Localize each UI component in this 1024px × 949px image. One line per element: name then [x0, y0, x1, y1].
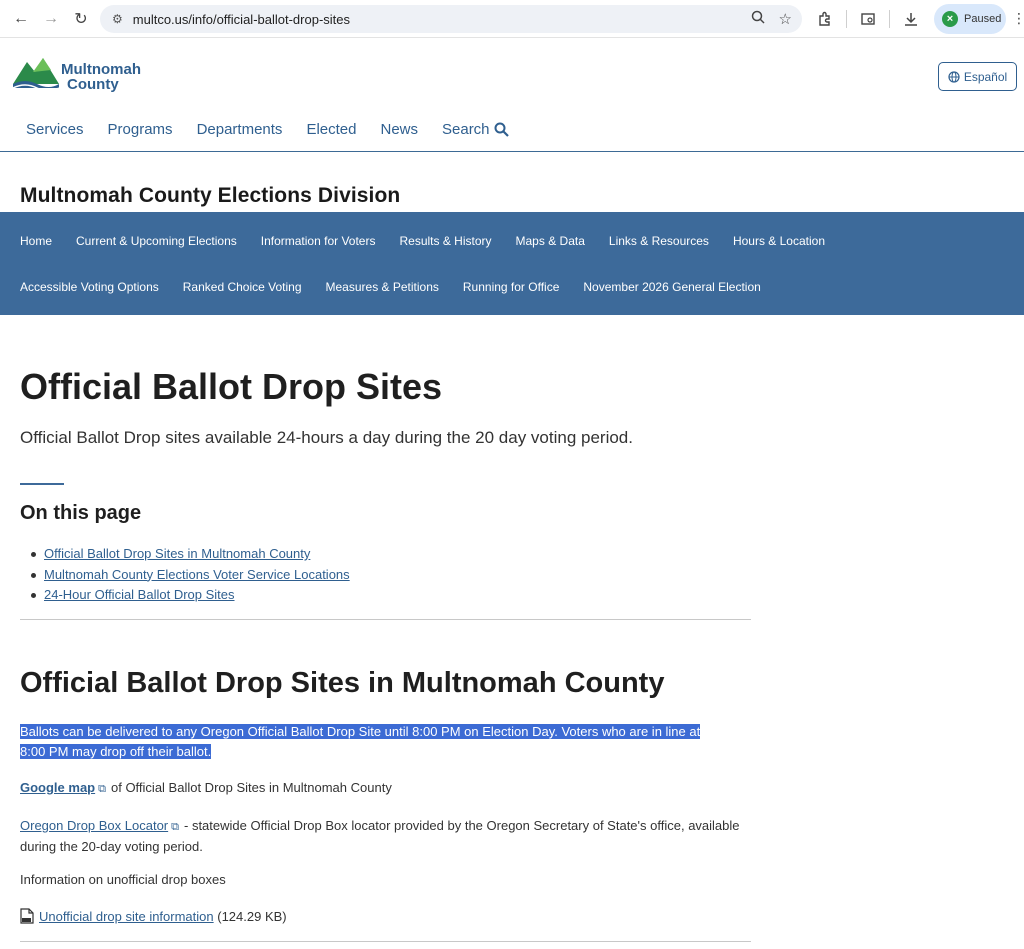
unofficial-info-text: Information on unofficial drop boxes [20, 872, 226, 887]
page-subtitle: Official Ballot Drop sites available 24-… [20, 428, 633, 447]
zoom-icon[interactable] [751, 10, 765, 29]
address-bar[interactable]: ⚙ multco.us/info/official-ballot-drop-si… [100, 5, 802, 33]
list-item: Official Ballot Drop Sites in Multnomah … [31, 544, 350, 565]
on-this-page-heading: On this page [20, 502, 142, 524]
division-nav-hours[interactable]: Hours & Location [733, 234, 825, 248]
search-icon [494, 122, 509, 137]
section-divider [20, 941, 751, 942]
list-item: 24-Hour Official Ballot Drop Sites [31, 585, 350, 606]
division-nav-links[interactable]: Links & Resources [609, 234, 709, 248]
reading-mode-icon[interactable] [855, 6, 881, 32]
section-heading: Official Ballot Drop Sites in Multnomah … [20, 667, 665, 699]
paused-label: Paused [964, 13, 1002, 25]
selected-paragraph: Ballots can be delivered to any Oregon O… [20, 722, 740, 762]
nav-programs[interactable]: Programs [108, 121, 173, 138]
browser-menu-icon[interactable]: ⋮ [1012, 10, 1024, 27]
pdf-paragraph: Unofficial drop site information (124.29… [20, 908, 287, 924]
browser-toolbar: ← → ↻ ⚙ multco.us/info/official-ballot-d… [0, 0, 1024, 38]
nav-elected[interactable]: Elected [306, 121, 356, 138]
otp-link-24-hour[interactable]: 24-Hour Official Ballot Drop Sites [44, 587, 235, 602]
division-nav-voter-info[interactable]: Information for Voters [261, 234, 376, 248]
download-icon[interactable] [898, 6, 924, 32]
logo-line2: County [67, 76, 119, 93]
division-nav-accessible[interactable]: Accessible Voting Options [20, 280, 159, 294]
back-arrow-icon[interactable]: ← [8, 6, 34, 32]
paused-status-icon: × [942, 11, 958, 27]
language-label: Español [963, 69, 1008, 84]
forward-arrow-icon[interactable]: → [38, 6, 64, 32]
logo-line1: Multnomah [61, 61, 141, 78]
toolbar-divider [889, 10, 890, 28]
nav-services[interactable]: Services [26, 121, 84, 138]
division-nav-results[interactable]: Results & History [399, 234, 491, 248]
profile-paused-button[interactable]: × Paused [934, 4, 1006, 34]
on-this-page-list: Official Ballot Drop Sites in Multnomah … [31, 544, 350, 606]
division-nav-current-elections[interactable]: Current & Upcoming Elections [76, 234, 237, 248]
list-item: Multnomah County Elections Voter Service… [31, 565, 350, 586]
nav-search[interactable]: Search [442, 121, 509, 138]
page-title: Official Ballot Drop Sites [20, 366, 443, 407]
division-title: Multnomah County Elections Division [20, 184, 401, 207]
google-map-paragraph: Google map ⧉ of Official Ballot Drop Sites… [20, 780, 392, 796]
toolbar-divider [846, 10, 847, 28]
oregon-locator-link[interactable]: Oregon Drop Box Locator [20, 818, 168, 833]
highlight-line2: 8:00 PM may drop off their ballot. [20, 744, 212, 759]
main-nav: Services Programs Departments Elected Ne… [26, 121, 533, 138]
google-map-text: of Official Ballot Drop Sites in Multnom… [110, 780, 392, 795]
language-button[interactable]: Español [938, 62, 1017, 91]
section-divider [20, 619, 751, 620]
site-header: Multnomah County Español Services Progra… [0, 39, 1024, 152]
nav-news[interactable]: News [380, 121, 418, 138]
url-text[interactable]: multco.us/info/official-ballot-drop-site… [133, 12, 350, 27]
otp-link-drop-sites[interactable]: Official Ballot Drop Sites in Multnomah … [44, 546, 310, 561]
division-nav-row1: Home Current & Upcoming Elections Inform… [20, 234, 849, 248]
external-link-icon: ⧉ [98, 783, 106, 795]
google-map-link[interactable]: Google map [20, 780, 95, 795]
accent-rule [20, 483, 64, 485]
division-nav-home[interactable]: Home [20, 234, 52, 248]
external-link-icon: ⧉ [171, 821, 179, 833]
highlight-line1: Ballots can be delivered to any Oregon O… [20, 724, 701, 739]
division-nav-measures[interactable]: Measures & Petitions [326, 280, 439, 294]
pdf-file-icon [20, 908, 34, 924]
division-nav-running[interactable]: Running for Office [463, 280, 560, 294]
mountain-logo-icon [13, 58, 59, 90]
division-nav: Home Current & Upcoming Elections Inform… [0, 212, 1024, 315]
pdf-link[interactable]: Unofficial drop site information [39, 909, 214, 924]
reload-icon[interactable]: ↻ [68, 6, 94, 32]
extensions-icon[interactable] [812, 6, 838, 32]
division-nav-ranked-choice[interactable]: Ranked Choice Voting [183, 280, 302, 294]
pdf-size: (124.29 KB) [217, 908, 287, 924]
division-nav-row2: Accessible Voting Options Ranked Choice … [20, 280, 785, 294]
globe-icon [948, 70, 960, 83]
site-info-icon[interactable]: ⚙ [112, 12, 123, 26]
oregon-locator-paragraph: Oregon Drop Box Locator ⧉ - statewide Offi… [20, 816, 740, 857]
otp-link-voter-service[interactable]: Multnomah County Elections Voter Service… [44, 567, 350, 582]
county-logo[interactable]: Multnomah County [13, 54, 141, 92]
division-nav-november-2026[interactable]: November 2026 General Election [583, 280, 760, 294]
division-nav-maps[interactable]: Maps & Data [516, 234, 585, 248]
nav-search-label: Search [442, 121, 490, 138]
bookmark-star-icon[interactable]: ☆ [779, 10, 792, 28]
nav-departments[interactable]: Departments [197, 121, 283, 138]
